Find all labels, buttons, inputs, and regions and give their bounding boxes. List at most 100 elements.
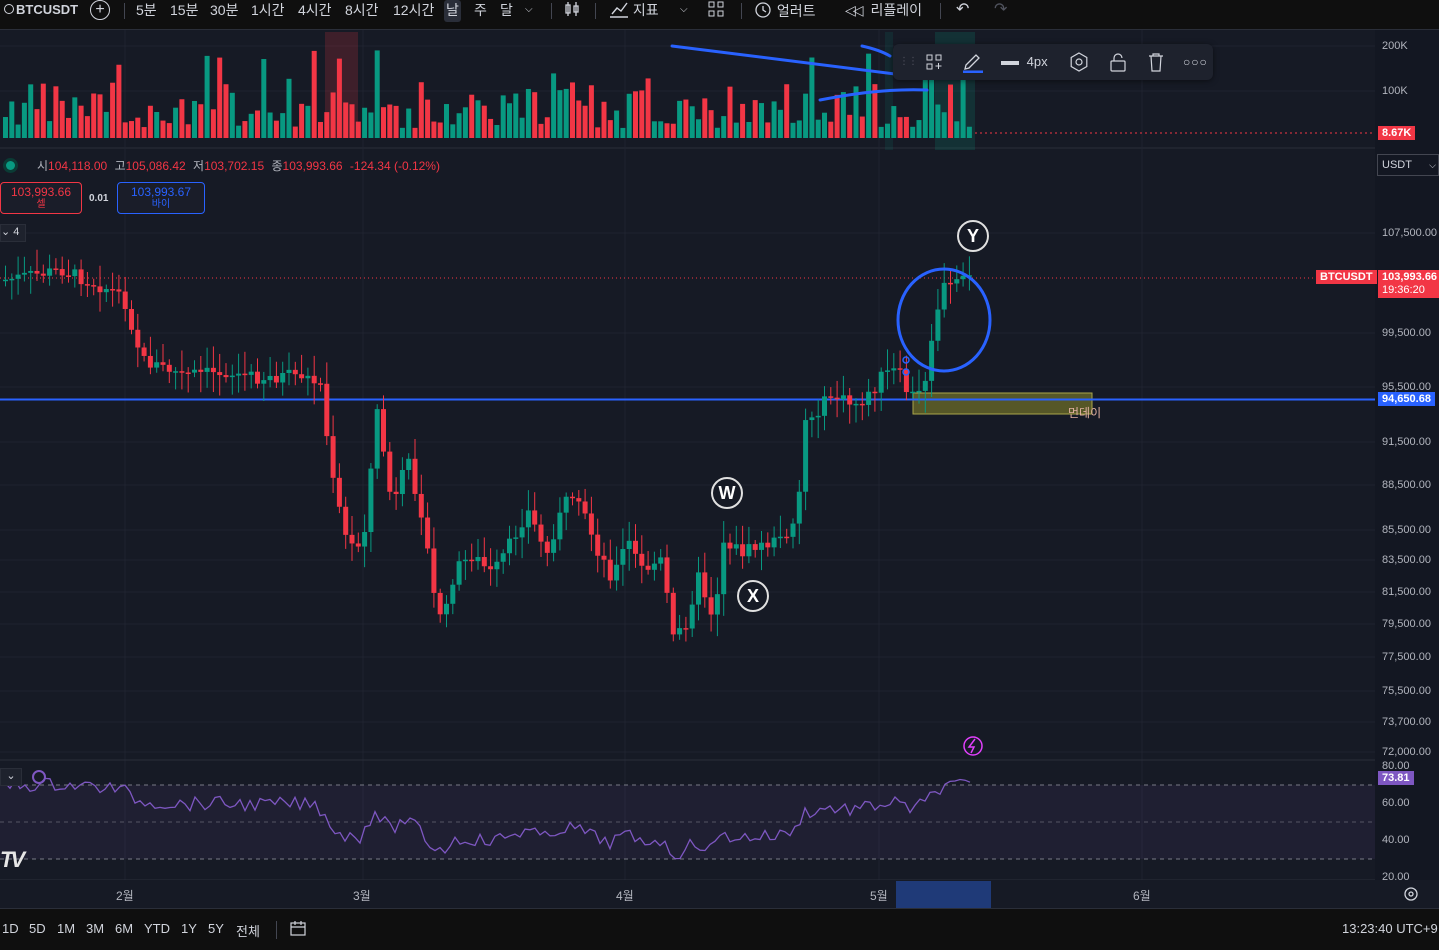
interval-4h[interactable]: 4시간 (298, 0, 332, 22)
range-5d[interactable]: 5D (29, 921, 46, 936)
settings-icon[interactable] (1403, 886, 1419, 902)
range-all[interactable]: 전체 (236, 921, 260, 940)
range-5y[interactable]: 5Y (208, 921, 224, 936)
candle-body (242, 373, 248, 376)
price-axis-label: 81,500.00 (1382, 586, 1431, 598)
volume-bar (34, 109, 40, 138)
candle-body (866, 391, 872, 405)
more-icon[interactable]: ○○○ (1183, 51, 1208, 73)
symbol-search[interactable]: BTCUSDT (4, 0, 78, 22)
candle-body (236, 373, 242, 376)
layout-icon[interactable] (707, 0, 725, 22)
zone-rectangle[interactable] (913, 393, 1092, 414)
candle-body (147, 355, 153, 368)
range-1d[interactable]: 1D (2, 921, 19, 936)
volume-last-tag: 8.67K (1378, 126, 1416, 140)
currency-select[interactable]: USDT ⌵ (1377, 154, 1439, 176)
clock-label[interactable]: 13:23:40 UTC+9 (1342, 921, 1438, 936)
candle-body (40, 273, 46, 276)
volume-bar (173, 107, 179, 138)
volume-bar (941, 112, 947, 138)
interval-5m[interactable]: 5분 (136, 0, 157, 22)
candle-body (462, 559, 468, 562)
volume-bar (91, 93, 97, 138)
volume-bar (488, 118, 494, 138)
lock-icon[interactable] (1109, 51, 1127, 73)
price-scale[interactable]: 200K 100K 8.67K USDT ⌵ 107,500.00 99,500… (1375, 30, 1439, 883)
volume-bar (141, 127, 147, 138)
candle-body (110, 289, 116, 291)
chevron-down-icon[interactable]: ⌵ (525, 0, 533, 22)
divider (940, 3, 941, 19)
range-ytd[interactable]: YTD (144, 921, 170, 936)
redo-icon[interactable]: ↷ (994, 0, 1007, 22)
divider (276, 921, 277, 939)
sync-icon[interactable] (32, 770, 46, 784)
ohlc-legend: 시104,118.00 고105,086.42 저103,702.15 종103… (0, 152, 440, 180)
buy-button[interactable]: 103,993.67 바이 (117, 182, 205, 214)
chevron-down-icon[interactable]: ⌄ (0, 768, 22, 786)
replay-button[interactable]: ◁◁ 리플레이 (845, 0, 922, 22)
volume-bar (721, 116, 727, 138)
wave-label-w[interactable]: W (711, 477, 743, 509)
interval-1d[interactable]: 날 (444, 0, 461, 22)
collapse-button[interactable]: ⌄ 4 (0, 224, 26, 242)
candle-body (929, 340, 935, 381)
candle-body (538, 524, 544, 542)
price-axis-label: 75,500.00 (1382, 685, 1431, 697)
interval-12h[interactable]: 12시간 (393, 0, 434, 22)
indicators-button[interactable]: 지표 (609, 0, 659, 22)
volume-bar (822, 112, 827, 138)
wave-label-x[interactable]: X (737, 580, 769, 612)
pencil-icon[interactable] (961, 51, 985, 74)
candle-body (954, 279, 960, 284)
volume-bar (620, 127, 626, 138)
interval-1m[interactable]: 달 (500, 0, 513, 22)
line-width-button[interactable]: 4px (1001, 51, 1048, 73)
volume-bar (362, 107, 368, 138)
volume-bar (185, 124, 191, 138)
wave-label-y[interactable]: Y (957, 220, 989, 252)
range-1y[interactable]: 1Y (181, 921, 197, 936)
candle-body (280, 372, 286, 383)
volume-bar (935, 104, 941, 138)
volume-bar (40, 83, 46, 138)
volume-bar (916, 120, 922, 138)
line-width-icon (1001, 60, 1019, 65)
range-3m[interactable]: 3M (86, 921, 104, 936)
candle-body (166, 364, 172, 372)
calendar-icon[interactable] (289, 919, 307, 940)
interval-1w[interactable]: 주 (474, 0, 487, 22)
chevron-down-icon[interactable]: ⌵ (680, 0, 688, 22)
add-symbol-icon[interactable]: + (90, 0, 110, 20)
candle-body (796, 491, 802, 524)
settings-icon[interactable] (1069, 51, 1089, 73)
volume-bar (78, 105, 84, 138)
template-icon[interactable] (925, 51, 943, 73)
volume-bar (897, 117, 903, 138)
interval-8h[interactable]: 8시간 (345, 0, 379, 22)
volume-bar (733, 122, 739, 138)
candle-body (412, 458, 418, 494)
candle-body (84, 284, 90, 286)
candle-body (721, 542, 727, 595)
price-axis-label: 85,500.00 (1382, 524, 1431, 536)
range-1m[interactable]: 1M (57, 921, 75, 936)
alert-button[interactable]: 얼러트 (753, 0, 816, 22)
volume-axis-label: 100K (1382, 85, 1408, 97)
time-axis[interactable]: 2월 3월 4월 5월 6월 (0, 880, 1375, 908)
volume-bar (796, 120, 802, 138)
bar-type-icon[interactable] (563, 0, 581, 22)
range-6m[interactable]: 6M (115, 921, 133, 936)
interval-1h[interactable]: 1시간 (251, 0, 285, 22)
interval-15m[interactable]: 15분 (170, 0, 198, 22)
price-axis-label: 99,500.00 (1382, 327, 1431, 339)
volume-bar (179, 99, 185, 138)
interval-30m[interactable]: 30분 (210, 0, 238, 22)
undo-icon[interactable]: ↶ (956, 0, 969, 22)
volume-bar (866, 53, 872, 138)
trash-icon[interactable] (1147, 51, 1165, 73)
currency-label: USDT (1382, 159, 1412, 171)
sell-button[interactable]: 103,993.66 셀 (0, 182, 82, 214)
drag-handle-icon[interactable]: ⋮⋮ (899, 51, 918, 73)
